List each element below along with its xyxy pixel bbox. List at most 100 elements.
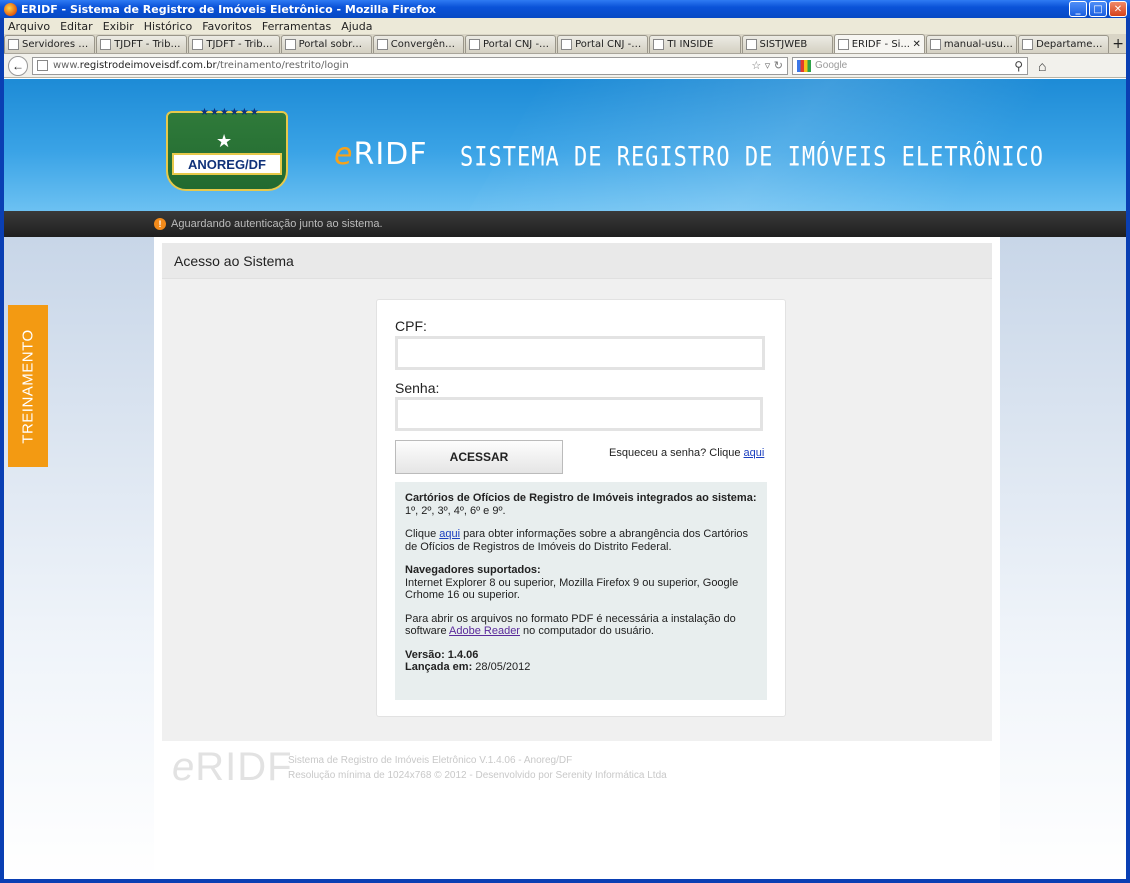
info-icon: ! bbox=[154, 218, 166, 230]
menu-historico[interactable]: Histórico bbox=[144, 20, 192, 33]
google-icon[interactable] bbox=[797, 59, 811, 72]
right-background bbox=[1000, 237, 1126, 879]
footer-logo-rest: RIDF bbox=[195, 745, 293, 789]
browser-tab[interactable]: Portal CNJ - C... bbox=[557, 35, 649, 53]
version-info: Versão: 1.4.06 Lançada em: 28/05/2012 bbox=[405, 649, 757, 674]
page-icon bbox=[100, 39, 112, 50]
footer-line-2: Resolução mínima de 1024x768 © 2012 - De… bbox=[288, 770, 667, 781]
cpf-input[interactable] bbox=[395, 336, 765, 370]
footer-logo-e: e bbox=[172, 745, 196, 789]
browser-tab-active[interactable]: ERIDF - Si... ✕ bbox=[833, 34, 925, 53]
footer-text: Sistema de Registro de Imóveis Eletrônic… bbox=[288, 753, 667, 783]
menu-arquivo[interactable]: Arquivo bbox=[8, 20, 50, 33]
menu-ferramentas[interactable]: Ferramentas bbox=[262, 20, 331, 33]
tab-label: Departament... bbox=[1036, 39, 1106, 50]
url-bar[interactable]: www. registrodeimoveisdf.com.br/treinamen… bbox=[32, 56, 788, 75]
training-label: TREINAMENTO bbox=[19, 328, 37, 444]
login-form: CPF: Senha: ACESSAR Esqueceu a senha? Cl… bbox=[376, 299, 786, 717]
search-placeholder: Google bbox=[815, 60, 848, 71]
minimize-button[interactable]: _ bbox=[1069, 1, 1087, 17]
browsers-title: Navegadores suportados: bbox=[405, 564, 541, 576]
browser-tab[interactable]: TJDFT - Tribu... bbox=[96, 35, 188, 53]
browsers-info: Navegadores suportados: Internet Explore… bbox=[405, 564, 757, 602]
main-content: Acesso ao Sistema CPF: Senha: ACESSAR Es… bbox=[154, 237, 1000, 799]
browser-tab[interactable]: Servidores / L... bbox=[4, 35, 96, 53]
star-icon: ★ bbox=[216, 131, 233, 151]
tab-label: manual-usuari... bbox=[943, 39, 1014, 50]
browser-tab[interactable]: TI INSIDE bbox=[649, 35, 741, 53]
browser-tab[interactable]: manual-usuari... bbox=[925, 35, 1018, 53]
bookmark-star-icon[interactable]: ☆ ▿ ↻ bbox=[751, 59, 783, 72]
tab-label: SISTJWEB bbox=[759, 39, 808, 50]
page-icon bbox=[653, 39, 665, 50]
tab-label: ERIDF - Si... bbox=[851, 38, 910, 50]
submit-button[interactable]: ACESSAR bbox=[395, 440, 563, 474]
password-label: Senha: bbox=[395, 380, 440, 396]
browser-tab[interactable]: Portal sobre t... bbox=[280, 35, 372, 53]
training-badge: TREINAMENTO bbox=[8, 305, 48, 467]
page-icon bbox=[745, 39, 757, 50]
browser-tab[interactable]: Departament... bbox=[1018, 35, 1110, 53]
page-icon bbox=[837, 38, 849, 50]
menu-favoritos[interactable]: Favoritos bbox=[202, 20, 252, 33]
coverage-info: Clique aqui para obter informações sobre… bbox=[405, 528, 757, 553]
coverage-prefix: Clique bbox=[405, 528, 440, 540]
cpf-label: CPF: bbox=[395, 318, 427, 334]
back-button[interactable]: ← bbox=[8, 55, 28, 76]
menu-bar: Arquivo Editar Exibir Histórico Favorito… bbox=[4, 18, 1126, 34]
search-icon[interactable]: ⚲ bbox=[1014, 59, 1023, 73]
release-label: Lançada em: bbox=[405, 661, 473, 673]
coverage-link[interactable]: aqui bbox=[439, 528, 460, 540]
page-icon bbox=[561, 39, 573, 50]
url-prefix: www. bbox=[53, 60, 80, 71]
home-icon[interactable]: ⌂ bbox=[1038, 58, 1046, 74]
close-tab-icon[interactable]: ✕ bbox=[912, 39, 920, 50]
forgot-text: Esqueceu a senha? Clique bbox=[609, 447, 744, 459]
url-domain: registrodeimoveisdf.com.br bbox=[79, 60, 217, 71]
maximize-button[interactable]: □ bbox=[1089, 1, 1107, 17]
page-icon bbox=[192, 39, 204, 50]
page-icon bbox=[284, 39, 296, 50]
firefox-icon bbox=[4, 2, 17, 16]
browser-tab[interactable]: TJDFT - Tribu... bbox=[188, 35, 280, 53]
tab-label: TJDFT - Tribu... bbox=[114, 39, 184, 50]
version-value: 1.4.06 bbox=[444, 648, 479, 661]
password-input[interactable] bbox=[395, 397, 763, 431]
logo-stars: ★★★★★★ bbox=[200, 107, 260, 118]
navigation-bar: ← www. registrodeimoveisdf.com.br/treinam… bbox=[4, 54, 1126, 78]
pdf-suffix: no computador do usuário. bbox=[519, 625, 654, 637]
page-icon bbox=[468, 39, 480, 50]
tab-bar: Servidores / L... TJDFT - Tribu... TJDFT… bbox=[4, 34, 1126, 54]
browser-tab[interactable]: Portal CNJ - E... bbox=[464, 35, 557, 53]
tab-label: Portal CNJ - C... bbox=[575, 39, 645, 50]
pdf-info: Para abrir os arquivos no formato PDF é … bbox=[405, 613, 757, 638]
tab-label: Convergência... bbox=[390, 39, 460, 50]
menu-exibir[interactable]: Exibir bbox=[103, 20, 134, 33]
window-titlebar[interactable]: ERIDF - Sistema de Registro de Imóveis E… bbox=[0, 0, 1130, 18]
logo-text: ANOREG/DF bbox=[172, 153, 282, 175]
brand-e: e bbox=[334, 137, 354, 172]
cartorios-list: 1º, 2º, 3º, 4º, 6º e 9º. bbox=[405, 504, 506, 517]
web-page: ★★★★★★ ★ ANOREG/DF eRIDF SISTEMA DE REGI… bbox=[4, 79, 1126, 879]
close-window-button[interactable]: ✕ bbox=[1109, 1, 1127, 17]
menu-editar[interactable]: Editar bbox=[60, 20, 93, 33]
tab-label: Portal CNJ - E... bbox=[482, 39, 553, 50]
page-icon bbox=[1022, 39, 1034, 50]
menu-ajuda[interactable]: Ajuda bbox=[341, 20, 372, 33]
release-value: 28/05/2012 bbox=[472, 661, 531, 673]
adobe-reader-link[interactable]: Adobe Reader bbox=[449, 625, 520, 637]
forgot-password: Esqueceu a senha? Clique aqui bbox=[609, 447, 764, 459]
tab-label: TI INSIDE bbox=[667, 39, 714, 50]
tab-label: Servidores / L... bbox=[22, 39, 91, 50]
forgot-password-link[interactable]: aqui bbox=[744, 447, 765, 459]
footer-logo: eRIDF bbox=[172, 745, 293, 790]
status-message: Aguardando autenticação junto ao sistema… bbox=[171, 218, 383, 230]
browser-tab[interactable]: SISTJWEB bbox=[741, 35, 833, 53]
browser-tab[interactable]: Convergência... bbox=[372, 35, 464, 53]
browsers-text: Internet Explorer 8 ou superior, Mozilla… bbox=[405, 576, 739, 602]
site-identity-icon[interactable] bbox=[37, 60, 48, 71]
search-bar[interactable]: Google ⚲ bbox=[792, 56, 1028, 75]
system-title: SISTEMA DE REGISTRO DE IMÓVEIS ELETRÔNIC… bbox=[460, 142, 1045, 173]
footer-line-1: Sistema de Registro de Imóveis Eletrônic… bbox=[288, 755, 573, 766]
new-tab-button[interactable]: + bbox=[1110, 35, 1126, 53]
